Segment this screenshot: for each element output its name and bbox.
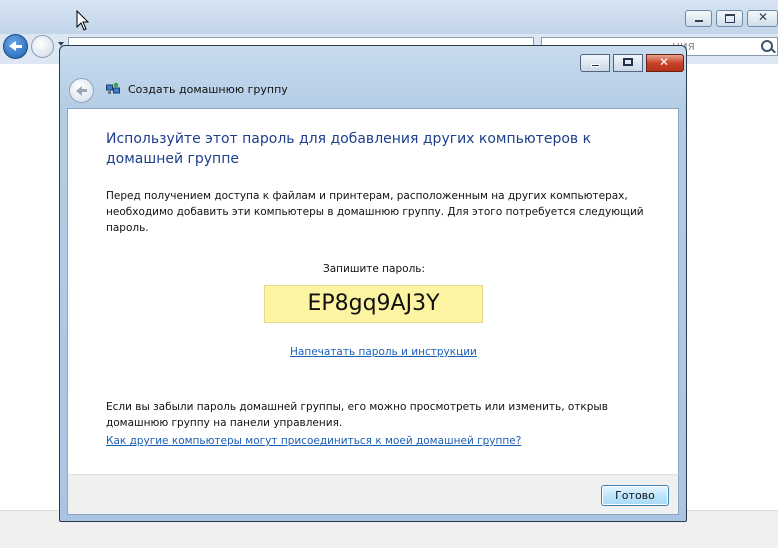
close-button[interactable] <box>646 54 684 72</box>
forward-button[interactable] <box>31 35 54 58</box>
page-heading: Используйте этот пароль для добавления д… <box>106 131 592 167</box>
back-arrow-icon[interactable] <box>69 78 94 103</box>
search-icon[interactable] <box>761 40 773 52</box>
background-titlebar <box>0 0 778 34</box>
mouse-cursor-icon <box>76 10 90 31</box>
description-text: Перед получением доступа к файлам и прин… <box>106 190 644 234</box>
background-minimize-button[interactable] <box>685 10 712 27</box>
done-button[interactable]: Готово <box>601 485 669 506</box>
background-close-button[interactable] <box>747 10 778 27</box>
dialog-title: Создать домашнюю группу <box>128 83 288 96</box>
password-display: EP8gq9AJ3Y <box>264 285 483 323</box>
homegroup-icon <box>106 82 120 94</box>
join-help-link[interactable]: Как другие компьютеры могут присоединить… <box>106 435 521 447</box>
dialog-footer: Готово <box>67 474 679 515</box>
create-homegroup-dialog: Создать домашнюю группу Используйте этот… <box>59 45 687 522</box>
password-label: Запишите пароль: <box>322 263 426 275</box>
minimize-button[interactable] <box>580 54 610 72</box>
background-maximize-button[interactable] <box>716 10 743 27</box>
dialog-header: Создать домашнюю группу <box>66 76 680 108</box>
print-password-link[interactable]: Напечатать пароль и инструкции <box>290 346 477 358</box>
forgot-password-note: Если вы забыли пароль домашней группы, е… <box>106 401 608 429</box>
maximize-button[interactable] <box>613 54 643 72</box>
back-button[interactable] <box>3 34 28 59</box>
dialog-body: Используйте этот пароль для добавления д… <box>67 108 679 474</box>
